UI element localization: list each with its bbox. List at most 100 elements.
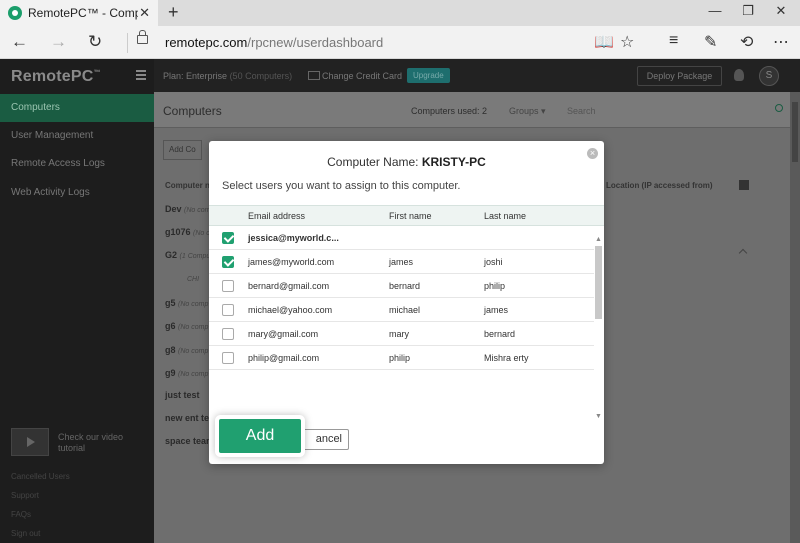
sidebar-item-computers[interactable]: Computers (0, 94, 154, 122)
users-table-header: Email address First name Last name (209, 205, 604, 226)
computer-row[interactable]: CHI (187, 273, 199, 283)
group-name: g5 (165, 298, 176, 308)
lock-icon (137, 30, 148, 44)
forward-icon[interactable]: → (50, 32, 67, 52)
modal-scrollbar[interactable]: ▲ ▼ (594, 236, 603, 422)
user-email: michael@yahoo.com (248, 305, 333, 315)
share-icon[interactable]: ⟲ (740, 32, 753, 52)
modal-scrollbar-thumb[interactable] (595, 246, 602, 319)
group-row[interactable]: g9 (No comp (165, 368, 208, 378)
favorite-star-icon[interactable]: ☆ (620, 32, 634, 52)
scroll-up-icon[interactable]: ▲ (595, 236, 602, 243)
user-last-name: bernard (484, 329, 516, 339)
upgrade-button[interactable]: Upgrade (407, 68, 450, 83)
cancel-button[interactable]: ancel (297, 429, 349, 450)
user-checkbox[interactable] (222, 328, 234, 340)
group-name: space team (165, 436, 215, 446)
plan-label: Plan: Enterprise (163, 71, 228, 81)
table-row[interactable]: jessica@myworld.c... (209, 226, 594, 250)
add-computer-button[interactable]: Add Co (163, 140, 202, 160)
group-row[interactable]: g1076 (No co (165, 227, 214, 237)
users-table-body: jessica@myworld.c... james@myworld.com j… (209, 226, 594, 370)
more-icon[interactable]: ⋯ (773, 32, 789, 52)
page-scrollbar[interactable] (790, 92, 800, 543)
header-email: Email address (248, 211, 306, 221)
lightbulb-icon[interactable] (734, 69, 744, 81)
scroll-down-icon[interactable]: ▼ (595, 413, 602, 420)
plan-sub: (50 Computers) (229, 71, 293, 81)
table-row[interactable]: bernard@gmail.com bernard philip (209, 274, 594, 298)
user-email: bernard@gmail.com (248, 281, 330, 291)
assign-users-modal: × Computer Name: KRISTY-PC Select users … (209, 141, 604, 464)
url-field[interactable]: remotepc.com/rpcnew/userdashboard (165, 35, 383, 50)
group-name: g6 (165, 321, 176, 331)
sidebar-item-remote-access-logs[interactable]: Remote Access Logs (0, 150, 154, 178)
search-icon[interactable] (775, 104, 783, 112)
table-row[interactable]: mary@gmail.com mary bernard (209, 322, 594, 346)
user-first-name: james (389, 257, 414, 267)
chevron-up-icon[interactable] (738, 248, 748, 258)
tab-close-icon[interactable]: ✕ (139, 5, 150, 21)
change-credit-card-link[interactable]: Change Credit Card (322, 71, 402, 81)
user-first-name: mary (389, 329, 409, 339)
group-sub: (No comp (178, 348, 209, 355)
avatar[interactable]: S (759, 66, 779, 86)
credit-card-icon (308, 71, 320, 80)
footer-faqs[interactable]: FAQs (11, 510, 31, 519)
group-row[interactable]: just test (165, 390, 200, 400)
user-checkbox[interactable] (222, 232, 234, 244)
table-row[interactable]: philip@gmail.com philip Mishra erty (209, 346, 594, 370)
hamburger-menu-icon[interactable] (136, 70, 146, 82)
group-row[interactable]: space team (165, 436, 214, 446)
group-row[interactable]: g6 (No comp (165, 321, 208, 331)
add-button[interactable]: Add (219, 419, 301, 453)
page-scrollbar-thumb[interactable] (792, 102, 798, 162)
group-row[interactable]: new ent tea (165, 413, 214, 423)
computers-used-count: Computers used: 2 (411, 106, 488, 116)
group-row[interactable]: Dev (No com (165, 204, 210, 214)
footer-cancelled-users[interactable]: Cancelled Users (11, 472, 70, 481)
group-sub: (No comp (178, 324, 209, 331)
user-checkbox[interactable] (222, 280, 234, 292)
group-name: g1076 (165, 227, 191, 237)
maximize-icon[interactable]: ❐ (738, 3, 758, 19)
window-close-icon[interactable]: ✕ (771, 3, 791, 19)
group-row[interactable]: g5 (No comp (165, 298, 208, 308)
sidebar-item-web-activity-logs[interactable]: Web Activity Logs (0, 179, 154, 207)
sidebar-item-user-management[interactable]: User Management (0, 122, 154, 150)
hub-icon[interactable]: ≡ (669, 32, 678, 50)
groups-dropdown[interactable]: Groups ▾ (509, 106, 546, 117)
group-name: g9 (165, 368, 176, 378)
browser-tab[interactable]: RemotePC™ - Computer ✕ (0, 0, 158, 26)
group-row[interactable]: g8 (No comp (165, 345, 208, 355)
group-name: g8 (165, 345, 176, 355)
deploy-package-button[interactable]: Deploy Package (637, 66, 722, 86)
refresh-icon[interactable]: ↻ (88, 32, 102, 52)
group-row[interactable]: G2 (1 Compu (165, 250, 210, 260)
web-note-icon[interactable]: ✎ (704, 32, 717, 52)
user-email: jessica@myworld.c... (248, 233, 339, 243)
table-row[interactable]: james@myworld.com james joshi (209, 250, 594, 274)
user-last-name: Mishra erty (484, 353, 529, 363)
address-bar: ← → ↻ remotepc.com/rpcnew/userdashboard … (0, 26, 800, 59)
footer-sign-out[interactable]: Sign out (11, 529, 40, 538)
user-checkbox[interactable] (222, 352, 234, 364)
logo-text: RemotePC (11, 68, 94, 85)
modal-title-prefix: Computer Name: (327, 155, 422, 169)
new-tab-icon[interactable]: + (168, 2, 179, 23)
user-checkbox[interactable] (222, 256, 234, 268)
tutorial-link[interactable]: Check our video tutorial (58, 432, 138, 454)
help-icon[interactable] (739, 180, 749, 190)
minimize-icon[interactable]: — (705, 3, 725, 18)
search-input[interactable]: Search (567, 106, 596, 116)
user-checkbox[interactable] (222, 304, 234, 316)
table-row[interactable]: michael@yahoo.com michael james (209, 298, 594, 322)
back-icon[interactable]: ← (11, 32, 28, 52)
video-play-icon[interactable] (11, 428, 49, 456)
footer-support[interactable]: Support (11, 491, 39, 500)
app-top-bar: Plan: Enterprise (50 Computers) Change C… (154, 59, 800, 92)
reading-view-icon[interactable]: 📖 (594, 32, 614, 52)
user-email: philip@gmail.com (248, 353, 320, 363)
user-first-name: philip (389, 353, 411, 363)
header-first-name: First name (389, 211, 432, 221)
